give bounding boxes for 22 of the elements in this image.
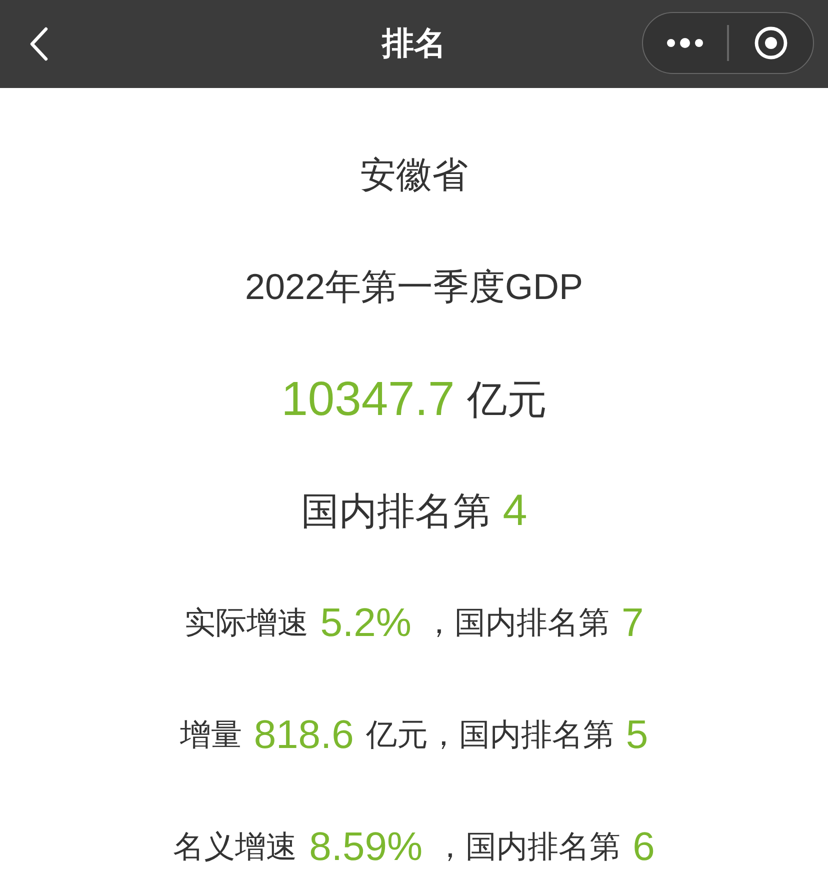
chevron-left-icon: [28, 26, 50, 62]
stat-value: 4: [502, 486, 528, 536]
target-icon: [754, 26, 788, 60]
stat-label: ，国内排名第: [434, 828, 621, 866]
stat-value: 5.2%: [320, 600, 412, 646]
page-title: 排名: [382, 24, 446, 63]
stat-label: 增量: [180, 716, 242, 754]
stat-label: 2022年第一季度GDP: [244, 264, 584, 308]
stat-label: 名义增速: [173, 828, 298, 866]
stat-label: 亿元: [466, 376, 547, 424]
stat-label: ，国内排名第: [423, 604, 610, 642]
stat-label: 亿元，国内排名第: [366, 716, 614, 754]
stat-value: 7: [621, 600, 644, 646]
stat-label: 国内排名第: [300, 490, 491, 534]
stat-value: 10347.7: [281, 372, 455, 426]
more-icon: [665, 38, 706, 48]
stat-label: 实际增速: [184, 604, 308, 642]
stat-label: 安徽省: [360, 152, 468, 196]
stat-value: 5: [626, 712, 648, 758]
stat-value: 8.59%: [309, 824, 423, 870]
stat-value: 6: [632, 824, 655, 870]
stat-value: 818.6: [254, 712, 354, 758]
